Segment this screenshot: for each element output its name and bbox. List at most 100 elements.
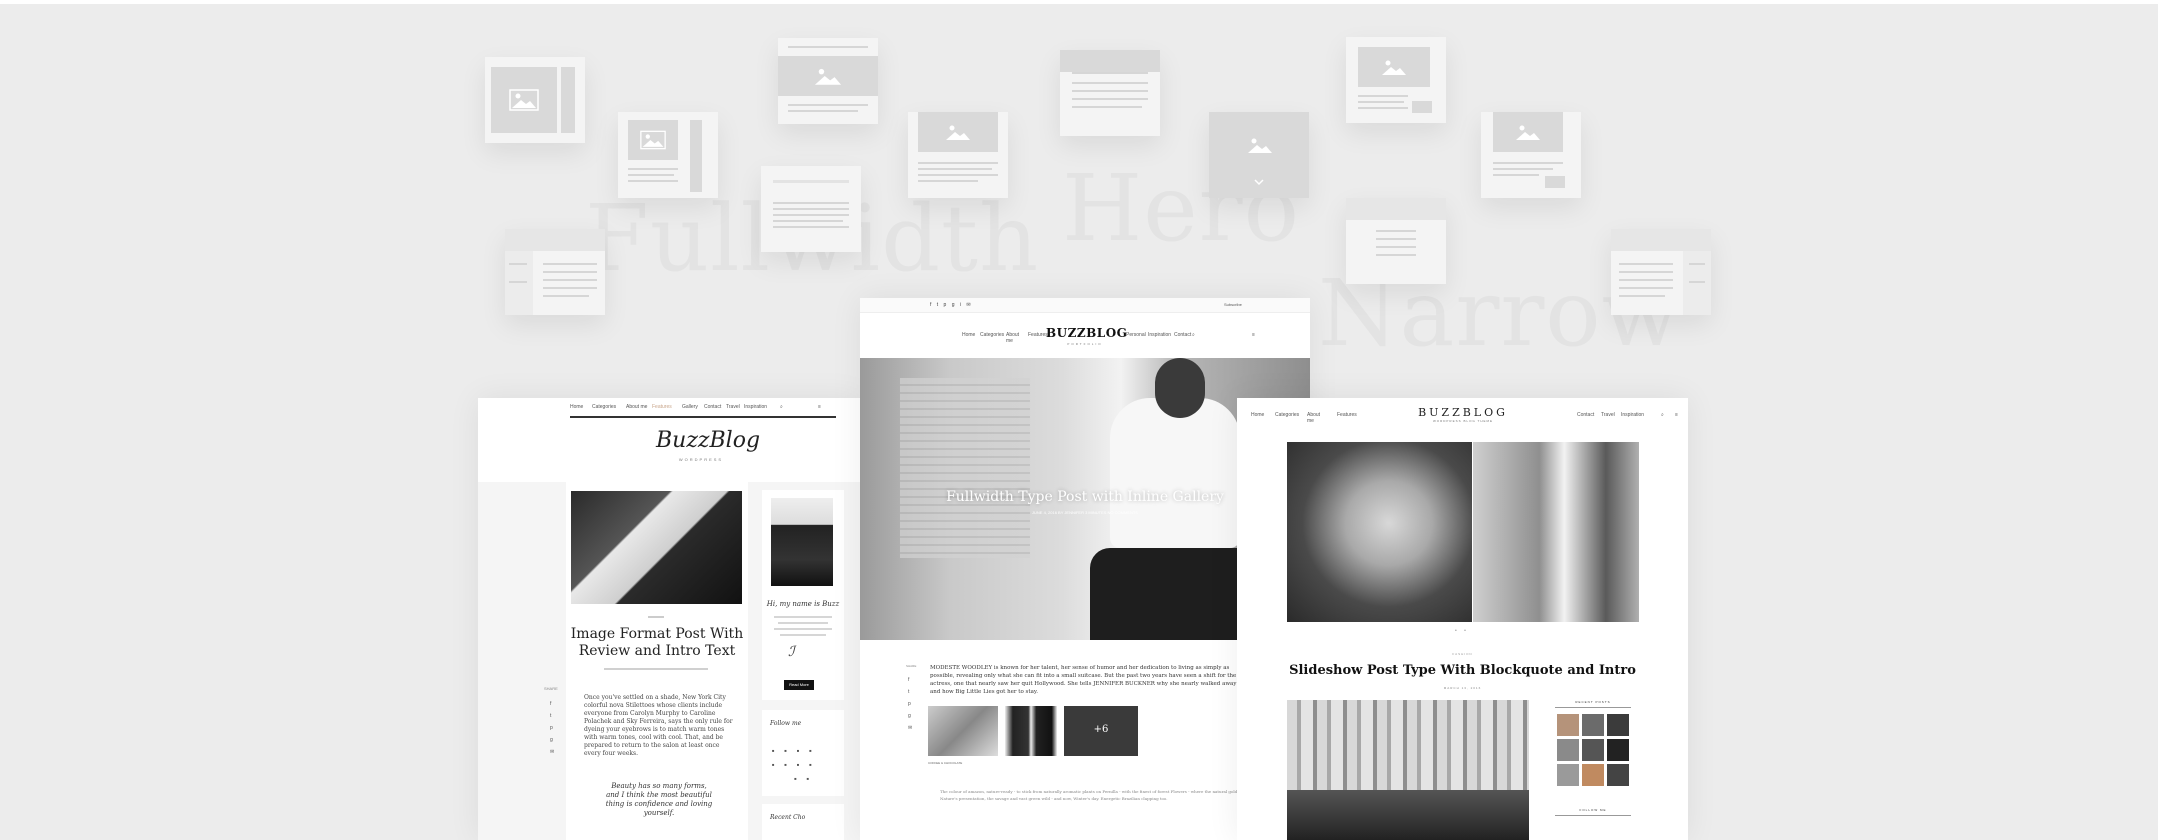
nav-item[interactable]: Categories [1275,412,1299,418]
nav-item[interactable]: Home [962,332,975,338]
nav-bar: Home Categories About me Features Galler… [570,404,850,414]
nav-item[interactable]: Contact [704,404,721,410]
footer-text: The colour of amazon, nature-ready - to … [940,789,1243,801]
post-title-line-2: Review and Intro Text [578,643,736,659]
post-image[interactable] [1287,700,1529,840]
post-body: Once you've settled on a shade, New York… [584,694,733,757]
top-bar [860,298,1310,313]
nav-item[interactable]: Home [1251,412,1264,418]
chevron-down-icon [1254,179,1264,186]
twitter-icon[interactable]: t [550,710,556,722]
menu-icon[interactable]: ≡ [1252,332,1255,338]
slide-image-2[interactable] [1473,442,1639,622]
pinterest-icon[interactable]: p [908,698,912,710]
nav-item[interactable]: About me [1006,332,1019,344]
subscribe-link[interactable]: Subscribe [1224,302,1242,307]
layout-thumb-text-header[interactable] [1060,50,1160,136]
share-icons: f t p g ✉ [908,674,912,734]
recent-thumb[interactable] [1607,714,1629,736]
demo-card-slideshow-post[interactable]: Home Categories About me Features BUZZBL… [1237,398,1688,840]
nav-item[interactable]: Personal [1126,332,1146,338]
layout-thumb-image-top[interactable] [908,112,1008,198]
read-more-button[interactable]: Read More [784,680,814,690]
recent-thumb[interactable] [1582,739,1604,761]
recent-thumb[interactable] [1557,764,1579,786]
nav-item[interactable]: Inspiration [1148,332,1171,338]
nav-item[interactable]: Home [570,404,583,410]
nav-item[interactable]: Gallery [682,404,698,410]
nav-item[interactable]: Categories [592,404,616,410]
post-image[interactable] [571,491,742,604]
nav-item[interactable]: Features [1028,332,1048,338]
sidebar-heading: Hi, my name is Buzz [766,600,840,608]
widget-heading-recent: RECENT POSTS [1575,700,1611,704]
search-icon[interactable]: ⌕ [1192,332,1195,338]
post-title[interactable]: Slideshow Post Type With Blockquote and … [1237,663,1688,678]
mail-icon[interactable]: ✉ [550,746,556,758]
nav-item[interactable]: Inspiration [1621,412,1644,418]
nav-item[interactable]: Inspiration [744,404,767,410]
slide-image-1[interactable] [1287,442,1472,622]
layout-thumb-image-with-sidebar[interactable] [618,112,718,198]
gallery-caption: COFFEE & CHOCOLATE [928,761,963,765]
layout-thumb-left-sidebar[interactable] [505,229,605,315]
twitter-icon[interactable]: t [908,686,912,698]
nav-item[interactable]: Travel [1601,412,1615,418]
google-icon[interactable]: g [550,734,556,746]
layout-thumb-hero[interactable] [1209,112,1309,198]
mail-icon[interactable]: ✉ [908,722,912,734]
pinterest-icon[interactable]: p [550,722,556,734]
widget-divider [1555,707,1631,708]
site-logo[interactable]: BuzzBlog [656,428,760,453]
facebook-icon[interactable]: f [550,698,556,710]
layout-thumb-image-right[interactable] [1346,37,1446,123]
sidebar-recent [762,804,844,840]
recent-thumb[interactable] [1557,714,1579,736]
hero-shutter [900,378,1030,558]
slide-dots[interactable]: • • [1455,628,1469,634]
about-photo [771,498,833,586]
layout-thumb-right-sidebar[interactable] [1611,229,1711,315]
nav-item[interactable]: Features [1337,412,1357,418]
logo-tagline: WORDPRESS BLOG THEME [1432,419,1494,423]
about-text [774,628,832,630]
gallery-image-3[interactable]: +6 [1064,706,1138,756]
hero-figure-trousers [1090,548,1260,640]
post-title[interactable]: Image Format Post With Review and Intro … [566,626,748,660]
nav-item[interactable]: Features [652,404,672,410]
facebook-icon[interactable]: f [908,674,912,686]
widget-divider [1555,815,1631,816]
search-icon[interactable]: ⌕ [780,404,783,410]
recent-thumb[interactable] [1607,764,1629,786]
hero-figure-head [1155,358,1205,418]
menu-icon[interactable]: ≡ [1675,412,1678,418]
site-logo[interactable]: BUZZBLOG [1413,406,1513,419]
nav-item[interactable]: Contact [1174,332,1191,338]
gallery-image-1[interactable] [928,706,998,756]
recent-thumb[interactable] [1582,764,1604,786]
recent-thumb[interactable] [1607,739,1629,761]
nav-item[interactable]: Travel [726,404,740,410]
layout-thumb-text-only[interactable] [761,166,861,252]
nav-item[interactable]: About me [1307,412,1320,424]
layout-thumb-narrow-text[interactable] [1346,198,1446,284]
post-category [648,616,664,618]
layout-thumb-fullwidth-image[interactable] [778,38,878,124]
menu-icon[interactable]: ≡ [818,404,821,410]
google-icon[interactable]: g [908,710,912,722]
demo-card-image-post[interactable]: Home Categories About me Features Galler… [478,398,860,840]
social-grid: ■■■■ ■■■■ ■■ [772,748,822,781]
recent-thumb[interactable] [1557,739,1579,761]
site-logo[interactable]: BUZZBLOG [1046,326,1127,340]
about-text [778,622,828,624]
nav-item[interactable]: About me [626,404,647,410]
nav-item[interactable]: Contact [1577,412,1594,418]
recent-thumb[interactable] [1582,714,1604,736]
search-icon[interactable]: ⌕ [1661,412,1664,418]
layout-thumb-sidebar-image[interactable] [485,57,585,143]
nav-item[interactable]: Categories [980,332,1004,338]
layout-thumb-image-small-right[interactable] [1481,112,1581,198]
gallery-image-2[interactable] [1005,706,1057,756]
post-title-line-1: Image Format Post With [570,626,744,642]
recent-heading: Recent Cho [770,814,806,821]
